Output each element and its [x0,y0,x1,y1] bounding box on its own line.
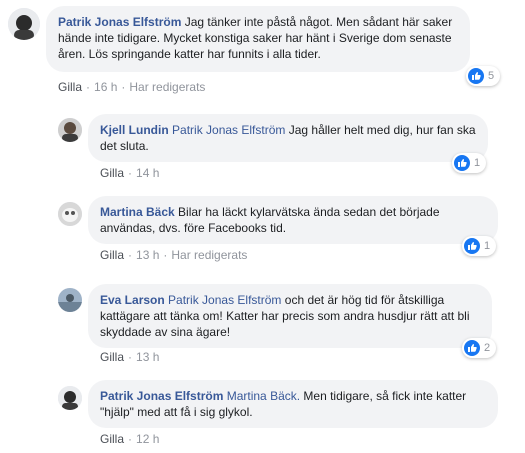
edited-label[interactable]: Har redigerats [171,248,247,262]
avatar[interactable] [58,386,82,410]
comment-actions: Gilla · 14 h [100,166,159,180]
avatar[interactable] [58,202,82,226]
timestamp[interactable]: 13 h [136,248,159,262]
separator: · [128,350,133,364]
like-link[interactable]: Gilla [100,248,124,262]
comment-author[interactable]: Eva Larson [100,293,165,307]
reply-3: Eva Larson Patrik Jonas Elfström och det… [0,280,525,370]
reaction-count: 1 [484,240,491,252]
timestamp[interactable]: 16 h [94,80,117,94]
reaction-summary[interactable]: 5 [466,66,500,86]
comment-bubble: Martina Bäck Bilar ha läckt kylarvätska … [88,196,498,244]
user-avatar-icon [8,8,40,40]
user-avatar-icon [58,386,82,410]
separator: · [121,80,126,94]
comment-bubble: Kjell Lundin Patrik Jonas Elfström Jag h… [88,114,488,162]
timestamp[interactable]: 14 h [136,166,159,180]
reaction-count: 1 [474,157,481,169]
separator: · [128,432,133,446]
reply-4: Patrik Jonas Elfström Martina Bäck. Men … [0,376,525,453]
comment-bubble: Patrik Jonas Elfström Martina Bäck. Men … [88,380,498,428]
timestamp[interactable]: 12 h [136,432,159,446]
user-avatar-icon [58,202,82,226]
comment-author[interactable]: Martina Bäck [100,205,175,219]
separator: · [86,80,91,94]
comment-author[interactable]: Patrik Jonas Elfström [100,389,223,403]
comment-1: Patrik Jonas Elfström Jag tänker inte på… [0,0,525,95]
reaction-summary[interactable]: 1 [462,236,496,256]
user-avatar-icon [58,118,82,142]
mention-link[interactable]: Patrik Jonas Elfström [168,293,281,307]
like-link[interactable]: Gilla [100,432,124,446]
like-link[interactable]: Gilla [58,80,82,94]
like-link[interactable]: Gilla [100,166,124,180]
avatar[interactable] [58,288,82,312]
comment-actions: Gilla · 13 h · Har redigerats [100,248,247,262]
reaction-summary[interactable]: 1 [452,153,486,173]
mention-link[interactable]: Martina Bäck. [227,389,300,403]
mention-link[interactable]: Patrik Jonas Elfström [172,123,285,137]
avatar[interactable] [8,8,40,40]
comment-bubble: Patrik Jonas Elfström Jag tänker inte på… [46,6,470,72]
comment-author[interactable]: Patrik Jonas Elfström [58,15,181,29]
separator: · [128,248,133,262]
reaction-count: 5 [488,70,495,82]
reply-1: Kjell Lundin Patrik Jonas Elfström Jag h… [0,110,525,190]
comment-actions: Gilla · 12 h [100,432,159,446]
like-icon [454,155,470,171]
comment-actions: Gilla · 16 h · Har redigerats [58,80,205,94]
like-icon [464,238,480,254]
like-icon [468,68,484,84]
avatar[interactable] [58,118,82,142]
comment-bubble: Eva Larson Patrik Jonas Elfström och det… [88,284,492,348]
reaction-summary[interactable]: 2 [462,338,496,358]
timestamp[interactable]: 13 h [136,350,159,364]
like-link[interactable]: Gilla [100,350,124,364]
like-icon [464,340,480,356]
user-avatar-icon [58,288,82,312]
separator: · [128,166,133,180]
reaction-count: 2 [484,342,491,354]
comment-author[interactable]: Kjell Lundin [100,123,169,137]
separator: · [163,248,168,262]
comment-actions: Gilla · 13 h [100,350,159,364]
edited-label[interactable]: Har redigerats [129,80,205,94]
reply-2: Martina Bäck Bilar ha läckt kylarvätska … [0,192,525,272]
